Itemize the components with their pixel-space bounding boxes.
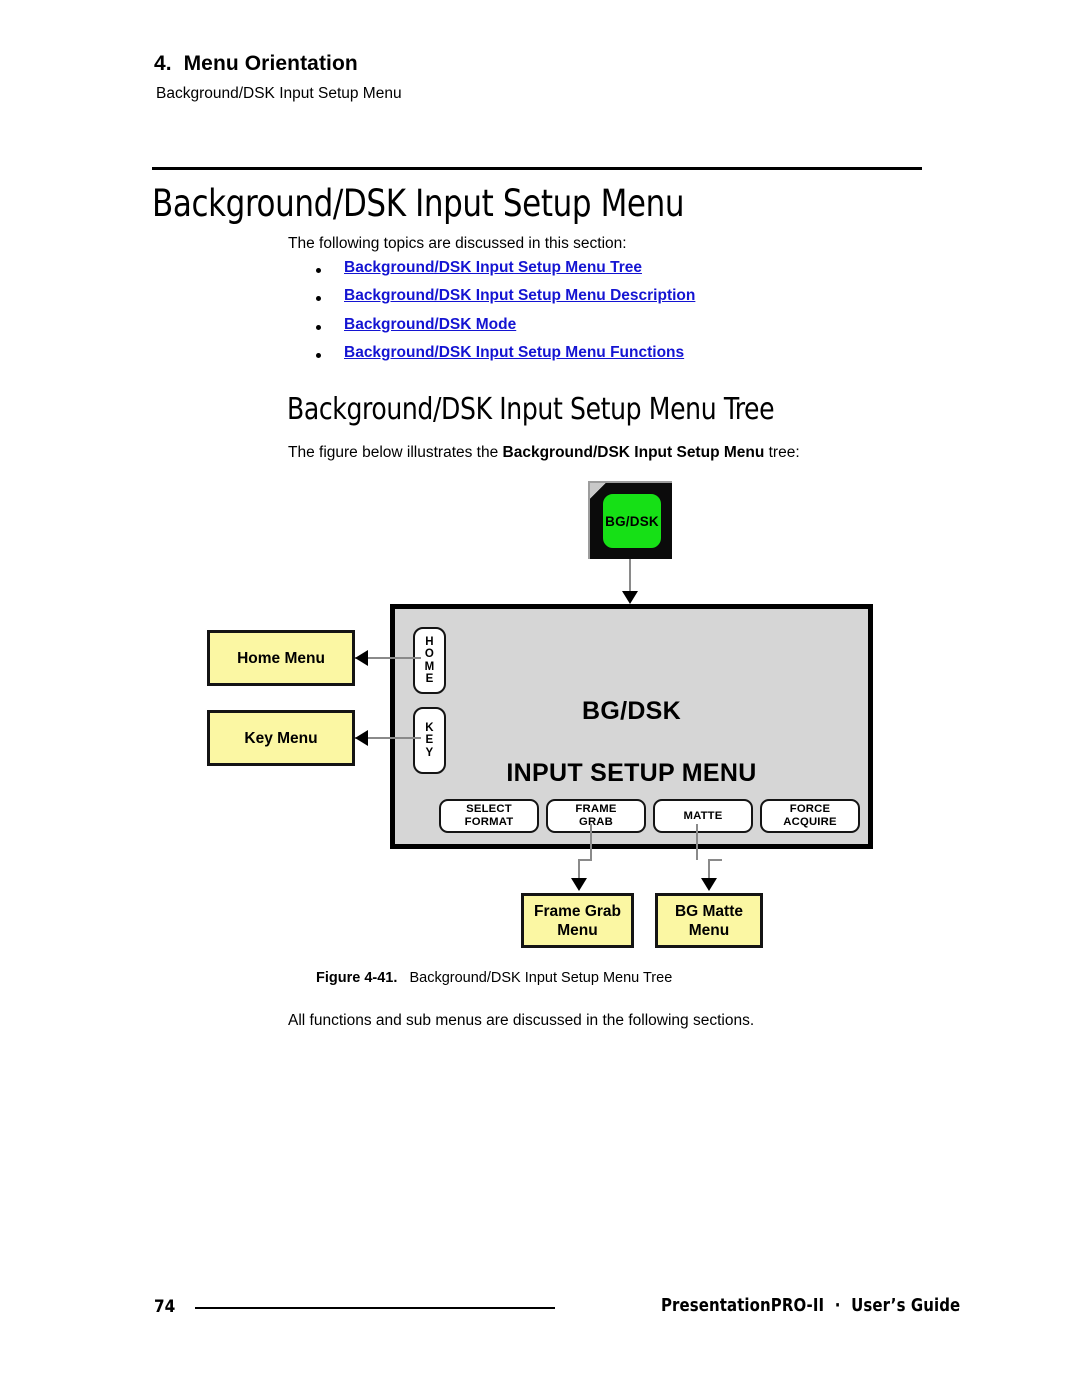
panel-title-line1: BG/DSK bbox=[581, 697, 682, 725]
arrowhead-down-frame-grab-menu bbox=[571, 878, 587, 891]
menu-box-bg-matte-menu-label: BG Matte Menu bbox=[674, 902, 744, 939]
connector-matte-seg2 bbox=[708, 859, 722, 861]
panel-button-force-acquire[interactable]: FORCE ACQUIRE bbox=[760, 799, 860, 833]
panel-button-matte-label: MATTE bbox=[683, 809, 723, 822]
arrowhead-left-home-menu bbox=[355, 650, 368, 666]
footer-page-number: 74 bbox=[154, 1297, 176, 1317]
connector-matte-seg1 bbox=[696, 824, 698, 860]
menu-box-key-menu-label: Key Menu bbox=[244, 729, 318, 747]
menu-box-home-menu-label: Home Menu bbox=[237, 649, 325, 667]
panel-button-select-format-label: SELECT FORMAT bbox=[464, 803, 514, 828]
arrowhead-down-panel bbox=[622, 591, 638, 604]
figure-caption-label: Figure 4-41. bbox=[316, 970, 398, 986]
menu-box-bg-matte-menu[interactable]: BG Matte Menu bbox=[655, 893, 763, 948]
connector-frame-grab-seg1 bbox=[590, 824, 592, 860]
arrowhead-down-bg-matte-menu bbox=[701, 878, 717, 891]
document-page: 4. Menu Orientation Background/DSK Input… bbox=[0, 0, 1080, 1397]
footer-guide-text: PresentationPRO-II · User’s Guide bbox=[661, 1296, 961, 1316]
menu-tree-figure: BG/DSK H O M E K E Y BG/DSK INPUT SETUP … bbox=[0, 0, 1080, 1397]
connector-button-to-panel bbox=[629, 559, 631, 595]
bg-dsk-hardware-button[interactable]: BG/DSK bbox=[588, 481, 672, 559]
panel-button-force-acquire-label: FORCE ACQUIRE bbox=[783, 803, 837, 828]
panel-title-line2: INPUT SETUP MENU bbox=[506, 759, 757, 787]
figure-caption-spacer bbox=[397, 970, 409, 986]
panel-button-select-format[interactable]: SELECT FORMAT bbox=[439, 799, 539, 833]
panel-button-frame-grab-label: FRAME GRAB bbox=[575, 803, 617, 828]
menu-box-key-menu[interactable]: Key Menu bbox=[207, 710, 355, 766]
panel-button-matte[interactable]: MATTE bbox=[653, 799, 753, 833]
footer-rule bbox=[195, 1307, 555, 1309]
panel-button-frame-grab[interactable]: FRAME GRAB bbox=[546, 799, 646, 833]
menu-box-home-menu[interactable]: Home Menu bbox=[207, 630, 355, 686]
closing-paragraph: All functions and sub menus are discusse… bbox=[288, 1012, 755, 1029]
connector-frame-grab-seg2 bbox=[578, 859, 592, 861]
bg-dsk-button-label: BG/DSK bbox=[605, 513, 659, 529]
menu-box-frame-grab-menu[interactable]: Frame Grab Menu bbox=[521, 893, 634, 948]
arrowhead-left-key-menu bbox=[355, 730, 368, 746]
menu-box-frame-grab-menu-label: Frame Grab Menu bbox=[533, 902, 621, 939]
figure-caption-text: Background/DSK Input Setup Menu Tree bbox=[409, 970, 673, 986]
panel-title: BG/DSK INPUT SETUP MENU bbox=[395, 665, 868, 820]
figure-caption: Figure 4-41. Background/DSK Input Setup … bbox=[316, 970, 672, 986]
bg-dsk-input-setup-panel: H O M E K E Y BG/DSK INPUT SETUP MENU SE… bbox=[390, 604, 873, 849]
button-face: BG/DSK bbox=[602, 493, 662, 549]
